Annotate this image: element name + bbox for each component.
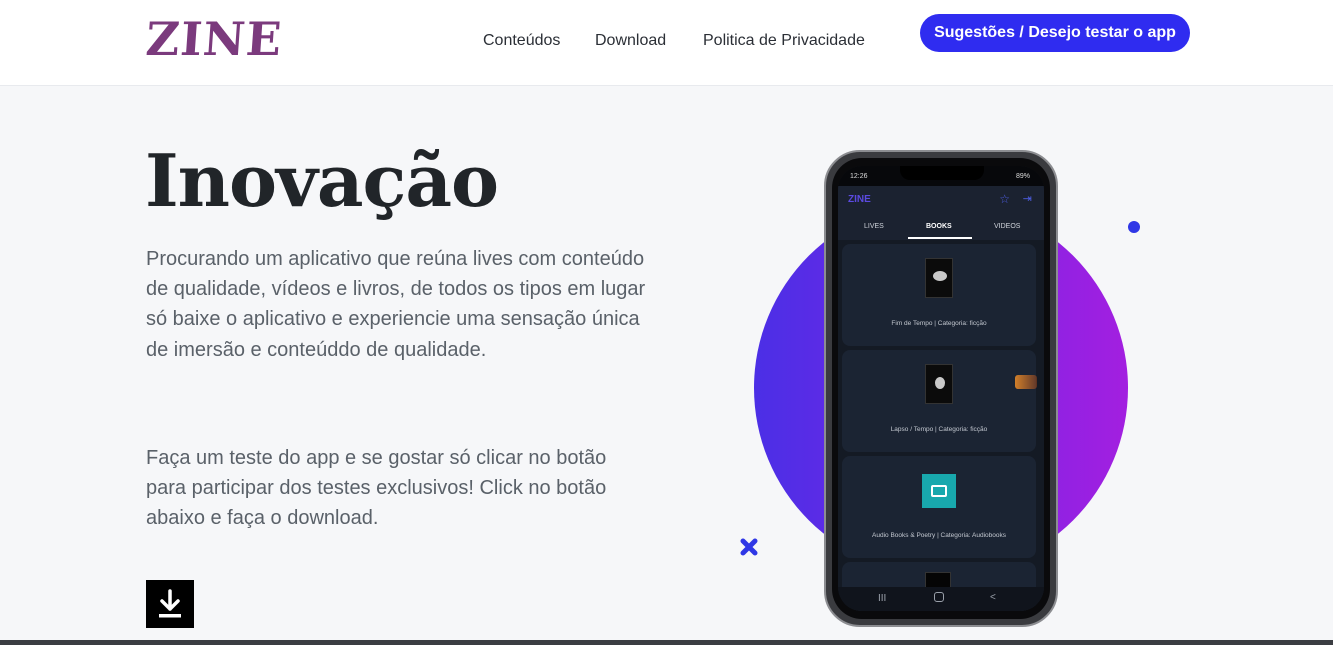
site-header: ZINE Conteúdos Download Politica de Priv…: [0, 0, 1333, 86]
logo[interactable]: ZINE: [144, 12, 284, 66]
book-card[interactable]: Fim de Tempo | Categoria: ficção: [842, 244, 1036, 346]
bottom-edge: [0, 640, 1333, 645]
phone-screen: 12:26 89% ZINE ☆ ⇥ LIVES BOOKS VIDEOS Fi…: [838, 166, 1044, 611]
book-card[interactable]: Lapso / Tempo | Categoria: ficção: [842, 350, 1036, 452]
book-card[interactable]: Audio Books & Poetry | Categoria: Audiob…: [842, 456, 1036, 558]
status-bar: 12:26 89%: [838, 166, 1044, 186]
download-icon: [159, 589, 181, 618]
status-battery: 89%: [1015, 173, 1030, 180]
active-tab-indicator: [908, 237, 972, 239]
hero-paragraph-2: Faça um teste do app e se gostar só clic…: [146, 447, 607, 530]
decorative-dot: [1128, 221, 1140, 233]
app-bar: ZINE ☆ ⇥: [838, 186, 1044, 214]
book-cover: [925, 364, 953, 404]
app-logo: ZINE: [848, 194, 871, 205]
status-time: 12:26: [850, 173, 868, 180]
app-tabs: LIVES BOOKS VIDEOS: [838, 214, 1044, 240]
tab-videos[interactable]: VIDEOS: [994, 223, 1020, 230]
book-card-label: Audio Books & Poetry | Categoria: Audiob…: [872, 532, 1006, 539]
hero-title: Inovação: [145, 138, 499, 223]
nav-download[interactable]: Download: [595, 32, 666, 50]
home-button[interactable]: [934, 592, 944, 602]
book-card-label: Fim de Tempo | Categoria: ficção: [891, 320, 987, 327]
hero-paragraph-1: Procurando um aplicativo que reúna lives…: [146, 248, 646, 361]
recent-apps-button[interactable]: III: [878, 593, 886, 604]
book-cover: [925, 258, 953, 298]
tab-lives[interactable]: LIVES: [864, 223, 884, 230]
tab-books[interactable]: BOOKS: [926, 223, 952, 230]
decorative-x-icon: [740, 538, 758, 556]
exit-icon[interactable]: ⇥: [1023, 192, 1032, 205]
download-button[interactable]: [146, 580, 194, 628]
audiobook-cover: [922, 474, 956, 508]
star-icon[interactable]: ☆: [999, 192, 1010, 206]
phone-notch: [900, 166, 984, 180]
back-button[interactable]: <: [990, 592, 996, 603]
suggestions-cta-button[interactable]: Sugestões / Desejo testar o app: [920, 14, 1190, 52]
nav-privacy-policy[interactable]: Politica de Privacidade: [703, 32, 865, 50]
book-card-label: Lapso / Tempo | Categoria: ficção: [890, 426, 988, 433]
side-decoration: [1015, 375, 1037, 389]
android-nav-bar: III <: [838, 587, 1044, 611]
nav-conteudos[interactable]: Conteúdos: [483, 32, 560, 50]
